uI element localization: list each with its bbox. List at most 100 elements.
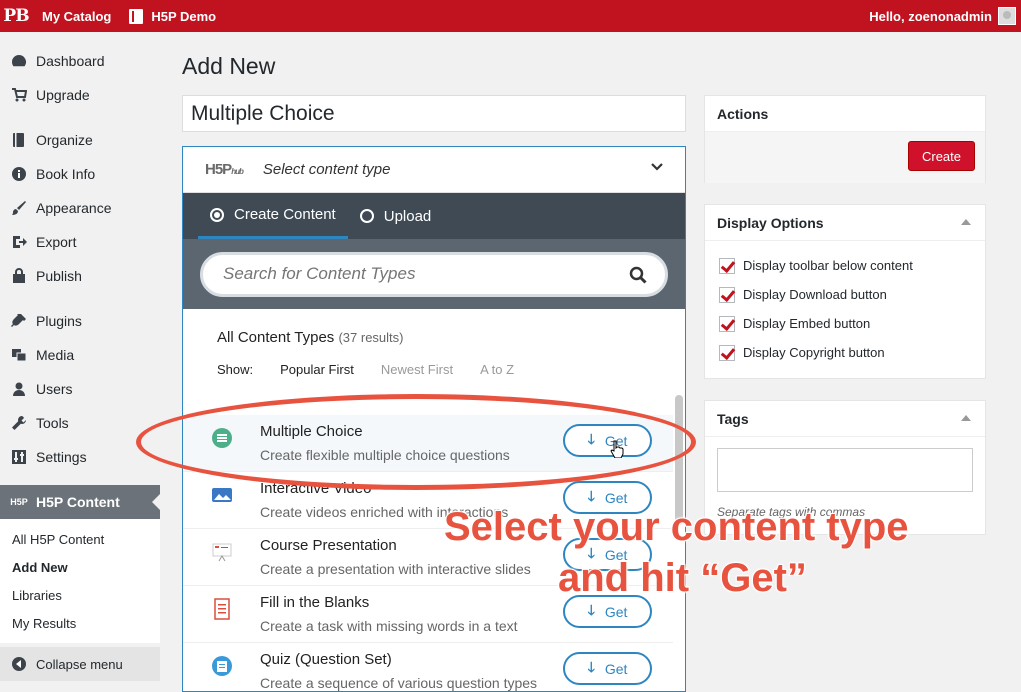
sidebar-item-label: Export — [36, 234, 77, 250]
avatar — [998, 7, 1016, 25]
site-label: H5P Demo — [151, 8, 217, 24]
collapse-label: Collapse menu — [36, 656, 123, 672]
sidebar-item-label: Book Info — [36, 166, 96, 182]
display-options-box: Display Options Display toolbar below co… — [704, 204, 986, 379]
actions-body: Create — [705, 132, 985, 183]
submenu-all-h5p-content[interactable]: All H5P Content — [0, 525, 160, 553]
sort-a-to-z[interactable]: A to Z — [480, 362, 514, 377]
content-type-list: Multiple Choice Create flexible multiple… — [183, 415, 673, 691]
list-heading: All Content Types (37 results) — [183, 309, 685, 346]
collapse-arrow-icon[interactable] — [961, 219, 971, 225]
settings-icon — [10, 448, 28, 466]
sidebar-item-plugins[interactable]: Plugins — [0, 304, 160, 338]
content-type-selector[interactable]: H5Phub Select content type — [183, 147, 685, 193]
sidebar-item-label: Users — [36, 381, 73, 397]
radio-icon — [359, 209, 374, 223]
submenu-my-results[interactable]: My Results — [0, 609, 160, 637]
admin-bar: PB My Catalog H5P Demo Hello, zoenonadmi… — [0, 0, 1021, 32]
display-option-embed[interactable]: Display Embed button — [719, 309, 985, 338]
pressbooks-logo[interactable]: PB — [0, 0, 32, 32]
content-type-desc: Create a task with missing words in a te… — [260, 618, 518, 634]
content-type-search-input[interactable] — [223, 264, 603, 284]
sidebar-item-label: Plugins — [36, 313, 82, 329]
sidebar-item-appearance[interactable]: Appearance — [0, 191, 160, 225]
sidebar-item-organize[interactable]: Organize — [0, 123, 160, 157]
dashboard-icon — [10, 52, 28, 70]
hub-logo-sub: hub — [231, 167, 244, 176]
organize-icon — [10, 131, 28, 149]
tags-input[interactable] — [717, 448, 973, 492]
chevron-down-icon[interactable] — [651, 161, 663, 173]
sidebar-item-dashboard[interactable]: Dashboard — [0, 44, 160, 78]
tab-create-content[interactable]: Create Content — [198, 193, 348, 239]
sidebar-item-book-info[interactable]: Book Info — [0, 157, 160, 191]
sidebar-item-h5p-content[interactable]: H5P H5P Content — [0, 485, 160, 519]
sidebar-item-tools[interactable]: Tools — [0, 406, 160, 440]
search-icon[interactable] — [629, 266, 647, 284]
page-title: Add New — [182, 53, 276, 79]
h5p-submenu: All H5P Content Add New Libraries My Res… — [0, 519, 160, 643]
title-input[interactable] — [182, 95, 686, 132]
sort-popular-first[interactable]: Popular First — [280, 362, 354, 377]
brush-icon — [10, 199, 28, 217]
display-option-copyright[interactable]: Display Copyright button — [719, 338, 985, 367]
publish-icon — [10, 267, 28, 285]
content-type-desc: Create flexible multiple choice question… — [260, 447, 510, 463]
download-arrow-icon: 🡓 — [587, 658, 595, 675]
my-catalog-link[interactable]: My Catalog — [42, 9, 111, 24]
get-label: Get — [604, 660, 628, 677]
sidebar-item-media[interactable]: Media — [0, 338, 160, 372]
checkbox-checked[interactable] — [719, 257, 735, 274]
sidebar-item-label: Media — [36, 347, 75, 363]
create-button[interactable]: Create — [908, 141, 975, 171]
tags-header[interactable]: Tags — [705, 401, 985, 437]
checkbox-checked[interactable] — [719, 286, 735, 303]
submenu-libraries[interactable]: Libraries — [0, 581, 160, 609]
site-link[interactable]: H5P Demo — [129, 8, 217, 24]
account-menu[interactable]: Hello, zoenonadmin — [869, 0, 1016, 32]
submenu-add-new[interactable]: Add New — [0, 553, 160, 581]
multiple-choice-icon — [212, 428, 232, 448]
fill-in-the-blanks-icon — [214, 598, 230, 620]
sidebar-item-label: Organize — [36, 132, 93, 148]
collapse-icon — [10, 655, 28, 673]
list-item-quiz-question-set[interactable]: Quiz (Question Set) Create a sequence of… — [183, 643, 673, 691]
tab-label: Create Content — [234, 206, 336, 223]
collapse-menu-button[interactable]: Collapse menu — [0, 647, 160, 681]
content-type-title: Quiz (Question Set) — [260, 651, 392, 668]
tab-upload[interactable]: Upload — [348, 193, 444, 239]
display-option-toolbar[interactable]: Display toolbar below content — [719, 251, 985, 280]
display-options-header[interactable]: Display Options — [705, 205, 985, 241]
sidebar-item-export[interactable]: Export — [0, 225, 160, 259]
sidebar-item-label: Settings — [36, 449, 87, 465]
sidebar-item-label: Appearance — [36, 200, 112, 216]
list-item-multiple-choice[interactable]: Multiple Choice Create flexible multiple… — [183, 415, 673, 472]
get-label: Get — [604, 603, 628, 620]
cart-icon — [10, 86, 28, 104]
h5p-hub-logo: H5Phub — [205, 161, 244, 178]
sidebar-item-upgrade[interactable]: Upgrade — [0, 78, 160, 112]
checkbox-checked[interactable] — [719, 344, 735, 361]
actions-box: Actions Create — [704, 95, 986, 183]
actions-title: Actions — [705, 96, 985, 132]
get-button[interactable]: 🡓Get — [563, 424, 652, 457]
get-button[interactable]: 🡓 Get — [563, 652, 652, 685]
sort-newest-first[interactable]: Newest First — [381, 362, 453, 377]
sidebar-item-label: Tools — [36, 415, 69, 431]
content-type-desc: Create a presentation with interactive s… — [260, 561, 531, 577]
search-area — [183, 239, 685, 309]
sidebar-item-publish[interactable]: Publish — [0, 259, 160, 293]
course-presentation-icon — [212, 543, 232, 562]
checkbox-checked[interactable] — [719, 315, 735, 332]
collapse-arrow-icon[interactable] — [961, 415, 971, 421]
sort-options: Show: Popular First Newest First A to Z — [183, 346, 685, 377]
radio-icon — [210, 207, 224, 222]
annotation-line-1: Select your content type — [443, 504, 910, 550]
plug-icon — [10, 312, 28, 330]
book-icon — [129, 8, 144, 24]
sidebar-item-settings[interactable]: Settings — [0, 440, 160, 474]
tab-label: Upload — [383, 207, 432, 225]
sidebar-item-users[interactable]: Users — [0, 372, 160, 406]
display-option-download[interactable]: Display Download button — [719, 280, 985, 309]
results-count: (37 results) — [338, 330, 404, 345]
